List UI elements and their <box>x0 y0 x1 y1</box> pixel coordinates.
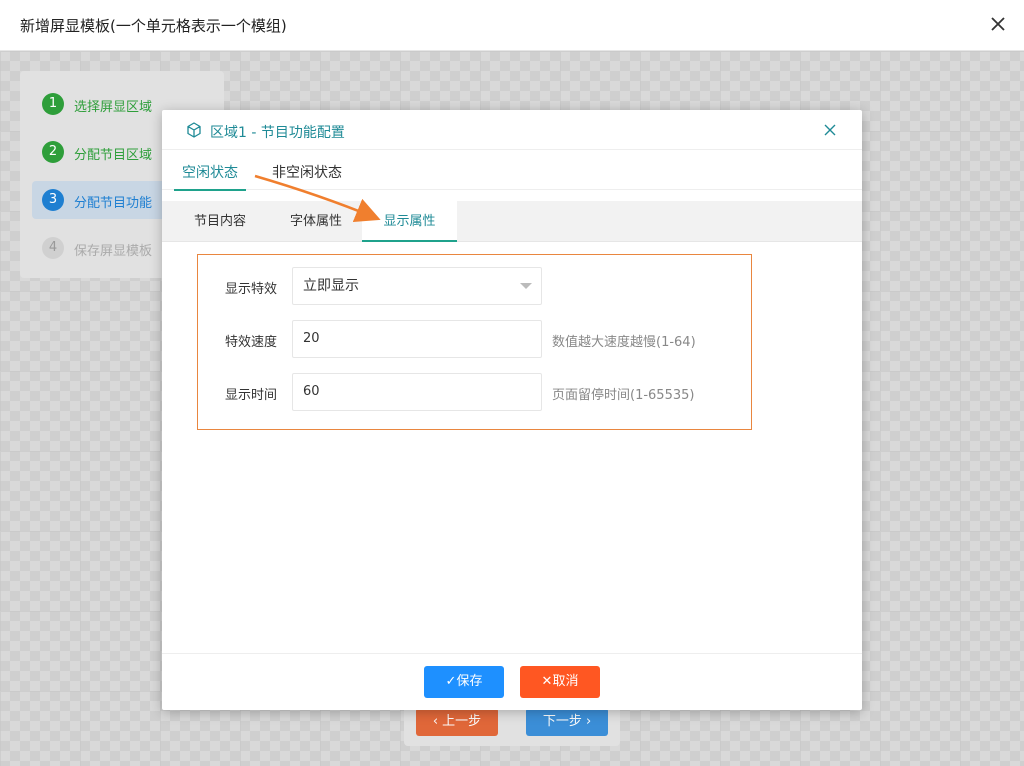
duration-row: 显示时间 60 页面留停时间(1-65535) <box>198 373 753 413</box>
close-icon[interactable] <box>822 122 838 138</box>
tab-font-properties[interactable]: 字体属性 <box>272 201 360 242</box>
step-label: 分配节目区域 <box>74 148 153 163</box>
dialog-title: 区域1 - 节目功能配置 <box>210 125 345 141</box>
duration-label: 显示时间 <box>225 388 278 403</box>
step-number: 4 <box>42 237 64 259</box>
effect-row: 显示特效 立即显示 <box>198 267 753 307</box>
step-label: 分配节目功能 <box>74 196 153 211</box>
cancel-button[interactable]: ✕取消 <box>520 666 600 698</box>
function-config-dialog: 区域1 - 节目功能配置 空闲状态 非空闲状态 节目内容 字体属性 显示属性 显… <box>162 110 862 710</box>
tab-busy-state[interactable]: 非空闲状态 <box>272 162 342 182</box>
prev-step-label: 上一步 <box>442 714 482 729</box>
tab-idle-state[interactable]: 空闲状态 <box>174 162 246 191</box>
next-step-label: 下一步 <box>542 714 582 729</box>
chevron-down-icon[interactable] <box>520 283 532 289</box>
speed-input[interactable]: 20 <box>292 320 542 358</box>
state-tabs: 空闲状态 非空闲状态 <box>162 150 862 191</box>
step-number: 2 <box>42 141 64 163</box>
display-properties-form: 显示特效 立即显示 特效速度 20 数值越大速度越慢(1-64) 显示时间 60… <box>197 254 752 430</box>
effect-select[interactable]: 立即显示 <box>292 267 542 305</box>
prev-step-button[interactable]: ‹ 上一步 <box>416 708 498 736</box>
step-label: 选择屏显区域 <box>74 100 153 115</box>
speed-label: 特效速度 <box>225 335 278 350</box>
tab-program-content[interactable]: 节目内容 <box>178 201 262 242</box>
step-label: 保存屏显模板 <box>74 244 153 259</box>
step-number: 1 <box>42 93 64 115</box>
speed-row: 特效速度 20 数值越大速度越慢(1-64) <box>198 320 753 360</box>
cancel-label: 取消 <box>552 674 579 689</box>
window-title: 新增屏显模板(一个单元格表示一个模组) <box>20 17 287 35</box>
save-button[interactable]: ✓保存 <box>424 666 504 698</box>
cube-icon <box>187 122 201 138</box>
speed-hint: 数值越大速度越慢(1-64) <box>552 335 696 350</box>
close-icon[interactable] <box>986 12 1010 36</box>
duration-input[interactable]: 60 <box>292 373 542 411</box>
next-step-button[interactable]: 下一步 › <box>526 708 608 736</box>
step-number: 3 <box>42 189 64 211</box>
dialog-footer: ✓保存 ✕取消 <box>162 653 862 710</box>
property-tabs: 节目内容 字体属性 显示属性 <box>162 201 862 242</box>
tab-display-properties[interactable]: 显示属性 <box>362 201 457 242</box>
dialog-header: 区域1 - 节目功能配置 <box>162 110 862 150</box>
save-label: 保存 <box>456 674 483 689</box>
effect-label: 显示特效 <box>225 282 278 297</box>
window-header: 新增屏显模板(一个单元格表示一个模组) <box>0 0 1024 51</box>
duration-hint: 页面留停时间(1-65535) <box>552 388 695 403</box>
